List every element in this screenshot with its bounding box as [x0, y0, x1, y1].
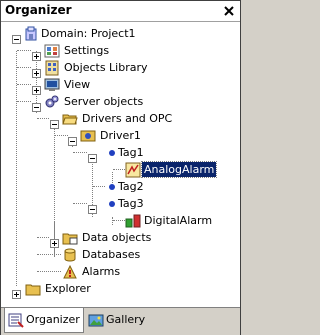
- data-folder-icon: [62, 230, 78, 246]
- tree-label-analog-alarm: AnalogAlarm: [140, 161, 218, 178]
- tree-item-tag1[interactable]: Tag1: [1, 144, 240, 163]
- organizer-icon: [8, 312, 24, 328]
- monitor-icon: [44, 77, 60, 93]
- tree-label-tag1: Tag1: [118, 146, 144, 159]
- analog-alarm-icon: [125, 162, 141, 178]
- tree-label-drivers-and-opc: Drivers and OPC: [82, 112, 173, 125]
- tab-gallery[interactable]: Gallery: [85, 308, 145, 332]
- driver-icon: [80, 128, 96, 144]
- collapse-icon[interactable]: [32, 97, 41, 112]
- tree-item-domain[interactable]: Domain: Project1: [1, 25, 240, 44]
- tree-item-view[interactable]: View: [1, 76, 240, 95]
- tree-label-explorer: Explorer: [45, 282, 91, 295]
- tree-label-view: View: [64, 78, 91, 91]
- tree-label-server-objects: Server objects: [64, 95, 144, 108]
- tree-item-driver1[interactable]: Driver1: [1, 127, 240, 146]
- expand-icon[interactable]: [32, 46, 41, 61]
- collapse-icon[interactable]: [88, 148, 97, 163]
- panel-title: Organizer: [5, 3, 72, 17]
- folder-icon: [25, 281, 41, 297]
- tree-label-objects-library: Objects Library: [64, 61, 148, 74]
- tree-item-alarms[interactable]: Alarms: [1, 263, 240, 280]
- alarm-icon: [62, 264, 78, 280]
- tree-item-objects-library[interactable]: Objects Library: [1, 59, 240, 78]
- collapse-icon[interactable]: [88, 199, 97, 214]
- tree-label-alarms: Alarms: [82, 265, 121, 278]
- tab-label-gallery: Gallery: [106, 313, 146, 326]
- collapse-icon[interactable]: [12, 29, 21, 44]
- tree-item-tag2[interactable]: Tag2: [1, 178, 240, 195]
- tree-label-data-objects: Data objects: [82, 231, 152, 244]
- tree-label-tag3: Tag3: [118, 197, 144, 210]
- collapse-icon[interactable]: [50, 114, 59, 129]
- digital-alarm-icon: [125, 213, 141, 229]
- tree-item-digital-alarm[interactable]: DigitalAlarm: [1, 212, 240, 229]
- project-tree: Domain: Project1 Settings Objects Librar…: [1, 22, 240, 306]
- settings-icon: [44, 43, 60, 59]
- tree-item-databases[interactable]: Databases: [1, 246, 240, 263]
- tree-label-databases: Databases: [82, 248, 141, 261]
- tree-label-tag2: Tag2: [118, 180, 144, 193]
- library-icon: [44, 60, 60, 76]
- tree-label-digital-alarm: DigitalAlarm: [144, 214, 213, 227]
- tree-item-settings[interactable]: Settings: [1, 42, 240, 61]
- expand-icon[interactable]: [12, 284, 21, 299]
- collapse-icon[interactable]: [68, 131, 77, 146]
- tree-item-drivers-and-opc[interactable]: Drivers and OPC: [1, 110, 240, 129]
- tree-label-driver1: Driver1: [100, 129, 141, 142]
- expand-icon[interactable]: [32, 80, 41, 95]
- organizer-panel: Organizer Domain: Project1 Settings Obje…: [0, 0, 241, 335]
- expand-icon[interactable]: [50, 233, 59, 248]
- tab-label-organizer: Organizer: [26, 313, 80, 326]
- tree-item-server-objects[interactable]: Server objects: [1, 93, 240, 112]
- tree-item-analog-alarm[interactable]: AnalogAlarm: [1, 161, 240, 178]
- gallery-icon: [88, 312, 104, 328]
- tree-label-domain: Domain: Project1: [41, 27, 136, 40]
- gears-icon: [44, 94, 60, 110]
- database-icon: [62, 247, 78, 263]
- tree-item-explorer[interactable]: Explorer: [1, 280, 240, 299]
- close-icon[interactable]: [222, 4, 236, 18]
- expand-icon[interactable]: [32, 63, 41, 78]
- tab-strip: Organizer Gallery: [1, 307, 240, 335]
- title-bar: Organizer: [1, 1, 240, 22]
- folder-open-icon: [62, 111, 78, 127]
- domain-icon: [23, 26, 39, 42]
- tree-label-settings: Settings: [64, 44, 110, 57]
- tree-item-data-objects[interactable]: Data objects: [1, 229, 240, 248]
- tree-item-tag3[interactable]: Tag3: [1, 195, 240, 214]
- tab-organizer[interactable]: Organizer: [4, 308, 84, 333]
